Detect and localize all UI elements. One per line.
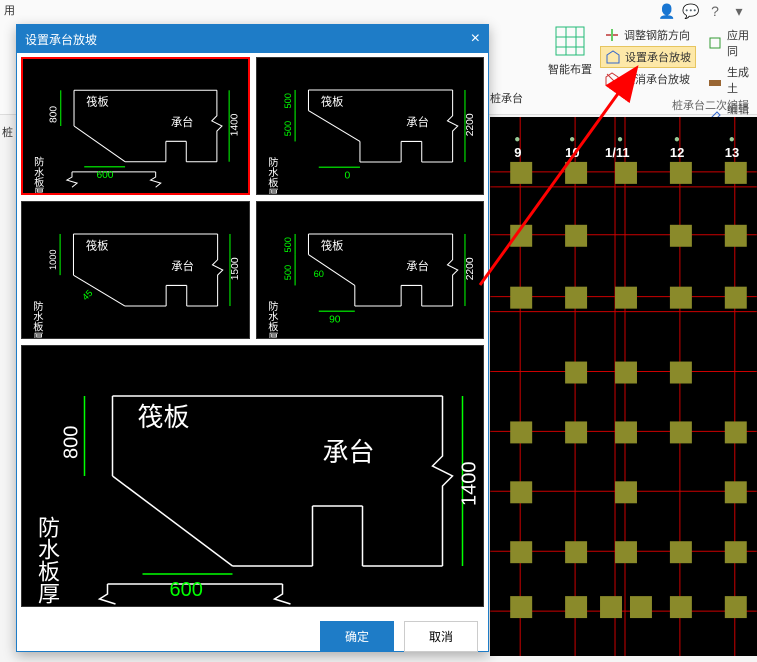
svg-text:1500: 1500 [230, 257, 241, 280]
svg-text:筏板: 筏板 [320, 94, 343, 108]
svg-text:承台: 承台 [406, 115, 429, 129]
minimize-icon[interactable]: ▾ [731, 3, 747, 19]
apply-icon [707, 35, 723, 51]
grid-label: 13 [725, 145, 739, 160]
svg-text:承台: 承台 [171, 259, 194, 273]
svg-text:●: ● [514, 134, 520, 145]
slope-option-2[interactable]: 防水板厚 筏板 承台 500 500 0 2200 [256, 57, 485, 195]
svg-text:500: 500 [282, 265, 292, 280]
svg-text:1000: 1000 [48, 249, 58, 270]
svg-text:防水板厚: 防水板厚 [31, 300, 43, 338]
model-canvas[interactable]: 9 10 1/11 12 13 ● ● ● ● ● [490, 117, 757, 656]
ribbon-item-label: 取消承台放坡 [624, 71, 690, 87]
svg-text:●: ● [674, 134, 680, 145]
ribbon-item-label: 应用同 [727, 27, 753, 59]
svg-text:防水板厚: 防水板厚 [265, 156, 277, 194]
dialog-titlebar[interactable]: 设置承台放坡 × [17, 25, 488, 53]
svg-text:500: 500 [282, 93, 292, 108]
ribbon-section-label: 桩承台二次编辑 [672, 97, 749, 113]
svg-text:800: 800 [61, 426, 83, 459]
dialog-title-text: 设置承台放坡 [25, 31, 97, 48]
grid-label: 1/11 [605, 145, 630, 160]
cancel-button[interactable]: 取消 [404, 621, 478, 652]
ribbon-items-left: 调整钢筋方向 设置承台放坡 取消承台放坡 [600, 25, 696, 90]
svg-text:1400: 1400 [459, 462, 481, 507]
thumbnail-grid: 防水板厚 筏板 承台 800 600 1400 [21, 57, 484, 339]
ribbon-set-slope[interactable]: 设置承台放坡 [600, 46, 696, 68]
smart-layout-label: 智能布置 [545, 61, 595, 77]
user-icon[interactable]: 👤 [659, 3, 675, 19]
help-icon[interactable]: ? [707, 3, 723, 19]
dialog-footer: 确定 取消 [17, 611, 488, 662]
svg-text:600: 600 [96, 170, 113, 181]
svg-text:500: 500 [282, 237, 292, 252]
ribbon-adjust-rebar[interactable]: 调整钢筋方向 [600, 25, 696, 45]
ribbon-item-label: 调整钢筋方向 [624, 27, 690, 43]
top-icons: 👤 💬 ? ▾ [659, 3, 747, 19]
chat-icon[interactable]: 💬 [683, 3, 699, 19]
svg-text:800: 800 [49, 106, 60, 123]
grid-label: 10 [565, 145, 579, 160]
left-strip-item[interactable]: 桩 [0, 120, 16, 144]
slope-preview: 防水板厚 筏板 承台 800 600 1400 [21, 345, 484, 607]
ribbon-item-label: 生成土 [727, 64, 753, 96]
svg-text:1400: 1400 [229, 113, 240, 136]
slope-icon [605, 49, 621, 65]
smart-layout-button[interactable]: 智能布置 [545, 25, 595, 77]
svg-text:防水板厚: 防水板厚 [32, 156, 44, 193]
slope-option-3[interactable]: 防水板厚 筏板 承台 1000 45 1500 [21, 201, 250, 339]
svg-text:防水板厚: 防水板厚 [35, 516, 60, 604]
cancel-slope-icon [604, 71, 620, 87]
left-strip: 桩 [0, 120, 16, 144]
svg-text:承台: 承台 [406, 259, 429, 273]
rebar-icon [604, 27, 620, 43]
svg-text:0: 0 [344, 171, 350, 182]
grid-label: 12 [670, 145, 684, 160]
grid-label: 9 [514, 145, 521, 160]
ribbon-cancel-slope[interactable]: 取消承台放坡 [600, 69, 696, 89]
svg-text:筏板: 筏板 [86, 238, 109, 252]
svg-text:600: 600 [170, 579, 203, 601]
svg-text:筏板: 筏板 [320, 238, 343, 252]
svg-text:筏板: 筏板 [138, 402, 190, 432]
svg-text:承台: 承台 [323, 437, 375, 467]
svg-text:●: ● [617, 134, 623, 145]
ribbon-generate-soil[interactable]: 生成土 [703, 62, 757, 98]
dialog-body: 防水板厚 筏板 承台 800 600 1400 [17, 53, 488, 611]
soil-icon [707, 72, 723, 88]
top-tab[interactable]: 用 [4, 2, 15, 18]
svg-text:防水板厚: 防水板厚 [265, 300, 277, 338]
grid-icon [554, 25, 586, 57]
svg-text:2200: 2200 [465, 257, 476, 280]
ok-button[interactable]: 确定 [320, 621, 394, 652]
ribbon-item-label: 设置承台放坡 [625, 49, 691, 65]
svg-text:●: ● [569, 134, 575, 145]
svg-text:500: 500 [282, 121, 292, 136]
svg-text:筏板: 筏板 [86, 95, 108, 109]
slope-dialog: 设置承台放坡 × [16, 24, 489, 652]
side-panel-label: 桩承台 [490, 90, 523, 106]
svg-text:90: 90 [329, 315, 341, 326]
close-icon[interactable]: × [471, 30, 480, 48]
svg-text:45: 45 [80, 288, 94, 302]
slope-option-1[interactable]: 防水板厚 筏板 承台 800 600 1400 [21, 57, 250, 195]
slope-option-4[interactable]: 防水板厚 筏板 承台 500 500 60 90 2200 [256, 201, 485, 339]
ribbon-panel: 智能布置 调整钢筋方向 设置承台放坡 取消承台放坡 应用同 生成土 编辑承 桩承… [545, 20, 757, 115]
svg-text:承台: 承台 [171, 115, 193, 129]
svg-text:2200: 2200 [465, 113, 476, 136]
svg-text:60: 60 [313, 269, 323, 279]
svg-text:●: ● [729, 134, 735, 145]
ribbon-apply-same[interactable]: 应用同 [703, 25, 757, 61]
